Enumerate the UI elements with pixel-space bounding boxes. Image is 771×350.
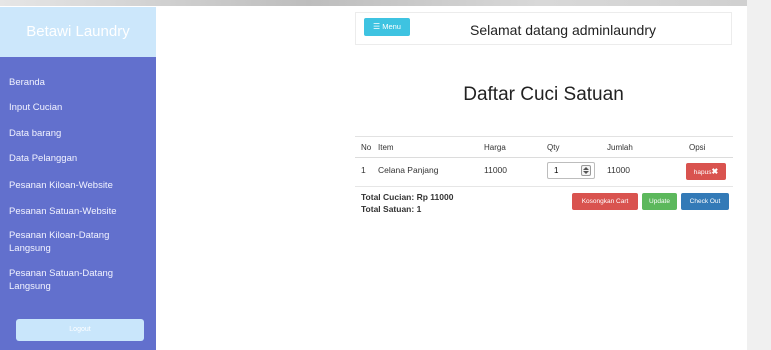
divider bbox=[355, 157, 733, 158]
sidebar-item-data-barang[interactable]: Data barang bbox=[9, 127, 149, 140]
cell-jumlah: 11000 bbox=[607, 165, 631, 175]
sidebar-item-pesanan-kiloan-website[interactable]: Pesanan Kiloan-Website bbox=[9, 179, 149, 192]
update-button[interactable]: Update bbox=[642, 193, 677, 210]
sidebar-item-input-cucian[interactable]: Input Cucian bbox=[9, 101, 149, 114]
spinner-icon[interactable] bbox=[581, 165, 591, 176]
checkout-button[interactable]: Check Out bbox=[681, 193, 729, 210]
delete-label: hapus bbox=[693, 169, 712, 176]
empty-cart-button[interactable]: Kosongkan Cart bbox=[572, 193, 638, 210]
top-decoration bbox=[0, 0, 771, 6]
column-header-no: No bbox=[361, 143, 372, 152]
quantity-stepper[interactable] bbox=[547, 162, 595, 179]
brand-title: Betawi Laundry bbox=[0, 7, 156, 57]
logout-button[interactable]: Logout bbox=[16, 319, 144, 341]
cell-harga: 11000 bbox=[484, 165, 508, 175]
total-satuan: Total Satuan: 1 bbox=[361, 204, 422, 214]
top-header: ☰ Menu Selamat datang adminlaundry bbox=[355, 12, 732, 45]
column-header-jumlah: Jumlah bbox=[607, 143, 633, 152]
window-edge bbox=[747, 0, 771, 350]
divider bbox=[355, 186, 733, 187]
welcome-text: Selamat datang adminlaundry bbox=[470, 22, 657, 38]
sidebar-item-data-pelanggan[interactable]: Data Pelanggan bbox=[9, 152, 149, 165]
close-icon: ✖ bbox=[711, 167, 719, 176]
divider bbox=[355, 136, 733, 137]
sidebar-item-pesanan-kiloan-datang[interactable]: Pesanan Kiloan-Datang Langsung bbox=[9, 229, 127, 255]
column-header-opsi: Opsi bbox=[689, 143, 706, 152]
sidebar-item-pesanan-satuan-website[interactable]: Pesanan Satuan-Website bbox=[9, 205, 149, 218]
cell-item: Celana Panjang bbox=[378, 165, 439, 175]
column-header-item: Item bbox=[378, 143, 394, 152]
total-cucian: Total Cucian: Rp 11000 bbox=[361, 192, 454, 202]
sidebar-item-pesanan-satuan-datang[interactable]: Pesanan Satuan-Datang Langsung bbox=[9, 267, 127, 293]
list-icon: ☰ bbox=[373, 22, 381, 31]
menu-button[interactable]: ☰ Menu bbox=[364, 18, 410, 36]
delete-button[interactable]: hapus✖ bbox=[686, 163, 726, 180]
cell-no: 1 bbox=[361, 165, 366, 175]
column-header-qty: Qty bbox=[547, 143, 560, 152]
page-title: Daftar Cuci Satuan bbox=[463, 84, 624, 105]
column-header-harga: Harga bbox=[484, 143, 506, 152]
sidebar-item-beranda[interactable]: Beranda bbox=[9, 76, 149, 89]
menu-label: Menu bbox=[382, 22, 401, 31]
